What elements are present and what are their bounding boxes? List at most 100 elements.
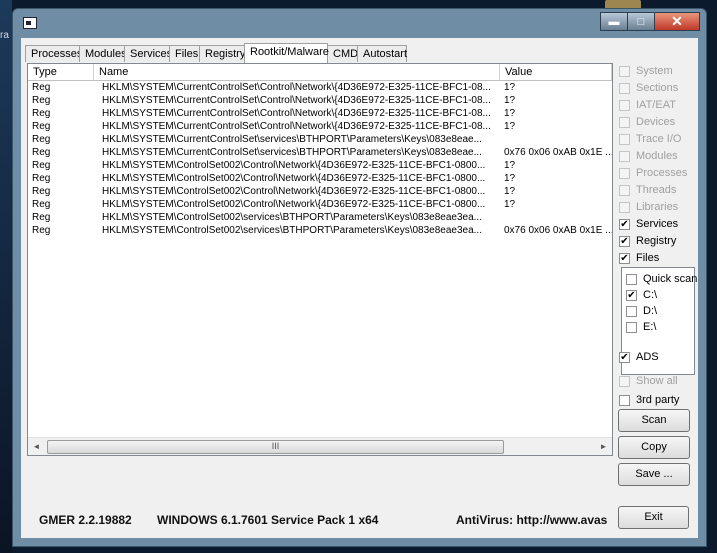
- option-trace-i-o-checkbox: [619, 133, 630, 145]
- table-row[interactable]: Reg HKLM\SYSTEM\CurrentControlSet\service…: [28, 146, 612, 159]
- option-registry[interactable]: ✔ Registry: [619, 234, 676, 248]
- option-iat-eat-label: IAT/EAT: [636, 99, 676, 111]
- option-threads: Threads: [619, 183, 676, 197]
- caption-buttons: ▬ □ ✕: [600, 12, 700, 31]
- option-show-all-label: Show all: [636, 375, 678, 387]
- version-text: GMER 2.2.19882: [39, 513, 132, 527]
- row-name-cell: HKLM\SYSTEM\CurrentControlSet\services\B…: [102, 134, 482, 145]
- row-type-cell: Reg: [32, 173, 51, 184]
- table-row[interactable]: Reg HKLM\SYSTEM\CurrentControlSet\Control…: [28, 94, 612, 107]
- table-row[interactable]: Reg HKLM\SYSTEM\CurrentControlSet\Control…: [28, 107, 612, 120]
- tab-registry[interactable]: Registry: [199, 45, 245, 62]
- os-text: WINDOWS 6.1.7601 Service Pack 1 x64: [157, 513, 379, 527]
- column-header-value[interactable]: Value: [500, 64, 612, 80]
- option-sections: Sections: [619, 81, 678, 95]
- tab-cmd[interactable]: CMD: [327, 45, 358, 62]
- option-registry-checkbox[interactable]: ✔: [619, 235, 630, 247]
- row-type-cell: Reg: [32, 121, 51, 132]
- table-row[interactable]: Reg HKLM\SYSTEM\ControlSet002\services\BT…: [28, 211, 612, 224]
- copy-button[interactable]: Copy: [618, 436, 690, 459]
- option-devices-checkbox: [619, 116, 630, 128]
- results-listview[interactable]: Type Name Value Reg HKLM\SYSTEM\CurrentCo…: [27, 63, 613, 456]
- row-name-cell: HKLM\SYSTEM\CurrentControlSet\Control\Ne…: [102, 82, 491, 93]
- row-value-cell: 1?: [504, 108, 516, 119]
- tab-processes[interactable]: Processes: [25, 45, 82, 62]
- table-row[interactable]: Reg HKLM\SYSTEM\ControlSet002\Control\Net…: [28, 172, 612, 185]
- row-type-cell: Reg: [32, 225, 51, 236]
- tab-modules[interactable]: Modules: [79, 45, 127, 62]
- option-iat-eat: IAT/EAT: [619, 98, 676, 112]
- option-processes: Processes: [619, 166, 687, 180]
- table-row[interactable]: Reg HKLM\SYSTEM\CurrentControlSet\Control…: [28, 81, 612, 94]
- table-row[interactable]: Reg HKLM\SYSTEM\ControlSet002\Control\Net…: [28, 185, 612, 198]
- antivirus-text: AntiVirus: http://www.avas: [456, 513, 608, 527]
- row-type-cell: Reg: [32, 199, 51, 210]
- row-name-cell: HKLM\SYSTEM\CurrentControlSet\Control\Ne…: [102, 95, 491, 106]
- option-libraries: Libraries: [619, 200, 678, 214]
- horizontal-scrollbar[interactable]: ◄ III ►: [28, 437, 612, 455]
- drive-checkbox[interactable]: [626, 321, 637, 333]
- table-row[interactable]: Reg HKLM\SYSTEM\ControlSet002\Control\Net…: [28, 159, 612, 172]
- row-type-cell: Reg: [32, 134, 51, 145]
- option-ads[interactable]: ✔ ADS: [619, 350, 659, 364]
- drive-item[interactable]: ✔ C:\: [626, 288, 657, 302]
- scroll-left-icon[interactable]: ◄: [28, 438, 45, 455]
- option-iat-eat-checkbox: [619, 99, 630, 111]
- option-processes-checkbox: [619, 167, 630, 179]
- close-button[interactable]: ✕: [654, 12, 700, 31]
- drive-item[interactable]: E:\: [626, 320, 656, 334]
- option-ads-label: ADS: [636, 351, 659, 363]
- tab-strip: Processes Modules Services Files Registry Roo…: [25, 43, 407, 63]
- option-trace-i-o-label: Trace I/O: [636, 133, 682, 145]
- option-files-checkbox[interactable]: ✔: [619, 252, 630, 264]
- title-bar[interactable]: ▬ □ ✕: [13, 9, 706, 35]
- option-services[interactable]: ✔ Services: [619, 217, 678, 231]
- table-row[interactable]: Reg HKLM\SYSTEM\CurrentControlSet\service…: [28, 133, 612, 146]
- option-services-label: Services: [636, 218, 679, 230]
- option-registry-label: Registry: [636, 235, 677, 247]
- scroll-thumb[interactable]: III: [47, 440, 504, 454]
- option-modules: Modules: [619, 149, 678, 163]
- option-3rd-party-checkbox[interactable]: [619, 394, 630, 406]
- tab-services[interactable]: Services: [124, 45, 172, 62]
- row-name-cell: HKLM\SYSTEM\ControlSet002\Control\Networ…: [102, 173, 486, 184]
- option-processes-label: Processes: [636, 167, 688, 179]
- minimize-button[interactable]: ▬: [600, 12, 628, 31]
- option-modules-checkbox: [619, 150, 630, 162]
- option-ads-checkbox[interactable]: ✔: [619, 351, 630, 363]
- drive-checkbox[interactable]: [626, 305, 637, 317]
- row-value-cell: [500, 211, 612, 224]
- table-row[interactable]: Reg HKLM\SYSTEM\ControlSet002\services\BT…: [28, 224, 612, 237]
- option-devices: Devices: [619, 115, 675, 129]
- row-type-cell: Reg: [32, 186, 51, 197]
- row-value-cell: [500, 133, 612, 146]
- row-name-cell: HKLM\SYSTEM\ControlSet002\Control\Networ…: [102, 199, 486, 210]
- drive-checkbox[interactable]: ✔: [626, 289, 637, 301]
- drive-checkbox[interactable]: [626, 273, 637, 285]
- option-sections-checkbox: [619, 82, 630, 94]
- option-system: System: [619, 64, 673, 78]
- column-header-type[interactable]: Type: [28, 64, 94, 80]
- tab-rootkit-malware[interactable]: Rootkit/Malware: [244, 43, 329, 63]
- scroll-right-icon[interactable]: ►: [595, 438, 612, 455]
- scan-button[interactable]: Scan: [618, 409, 690, 432]
- maximize-button[interactable]: □: [627, 12, 655, 31]
- row-type-cell: Reg: [32, 212, 51, 223]
- save-button[interactable]: Save ...: [618, 463, 690, 486]
- option-files[interactable]: ✔ Files: [619, 251, 659, 265]
- option-services-checkbox[interactable]: ✔: [619, 218, 630, 230]
- table-row[interactable]: Reg HKLM\SYSTEM\CurrentControlSet\Control…: [28, 120, 612, 133]
- drive-label: D:\: [643, 305, 658, 317]
- option-files-label: Files: [636, 252, 660, 264]
- tab-autostart[interactable]: Autostart: [357, 45, 407, 62]
- tab-files[interactable]: Files: [169, 45, 200, 62]
- drive-item[interactable]: Quick scan: [626, 272, 697, 286]
- option-devices-label: Devices: [636, 116, 676, 128]
- table-row[interactable]: Reg HKLM\SYSTEM\ControlSet002\Control\Net…: [28, 198, 612, 211]
- option-libraries-label: Libraries: [636, 201, 679, 213]
- option-3rd-party[interactable]: 3rd party: [619, 393, 679, 407]
- row-type-cell: Reg: [32, 95, 51, 106]
- row-name-cell: HKLM\SYSTEM\ControlSet002\services\BTHPO…: [102, 225, 482, 236]
- column-header-name[interactable]: Name: [94, 64, 500, 80]
- drive-item[interactable]: D:\: [626, 304, 657, 318]
